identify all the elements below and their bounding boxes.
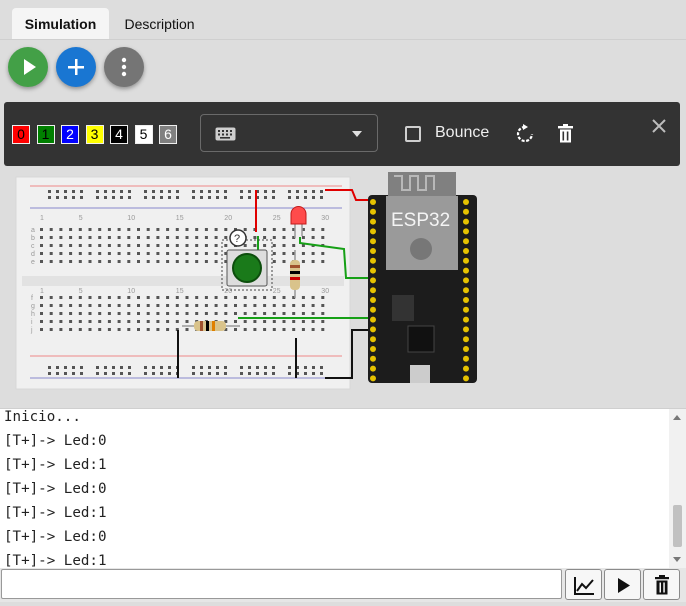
- console-line: Inicio...: [4, 409, 81, 425]
- serial-input-bar: [0, 568, 686, 602]
- console-line: [T+]-> Led:1: [4, 505, 107, 521]
- breadboard-row-letter: f: [31, 295, 33, 302]
- plus-icon: [68, 59, 84, 75]
- play-icon: [24, 59, 36, 75]
- breadboard-row-letter: j: [30, 327, 33, 334]
- breadboard-column-number: 15: [176, 215, 184, 222]
- tab-simulation[interactable]: Simulation: [12, 8, 109, 40]
- breadboard-column-number: 20: [224, 288, 232, 295]
- wire-color-0[interactable]: 0: [12, 125, 30, 144]
- chevron-down-icon: [352, 131, 362, 137]
- wire-color-4[interactable]: 4: [110, 125, 128, 144]
- scroll-down-icon[interactable]: [673, 557, 681, 562]
- esp32-label: ESP32: [391, 210, 450, 231]
- wire-color-2[interactable]: 2: [61, 125, 79, 144]
- console-line: [T+]-> Led:0: [4, 433, 107, 449]
- svg-text:?: ?: [234, 233, 240, 245]
- keyboard-icon: [215, 127, 236, 141]
- console-scrollbar[interactable]: [669, 409, 686, 569]
- clear-console-button[interactable]: [643, 569, 680, 600]
- more-options-button[interactable]: [104, 47, 144, 87]
- breadboard-column-number: 30: [321, 215, 329, 222]
- breadboard-column-number: 30: [321, 288, 329, 295]
- close-icon[interactable]: [651, 118, 667, 134]
- play-icon: [618, 578, 630, 593]
- breadboard-row-letter: a: [31, 227, 35, 234]
- add-part-button[interactable]: [56, 47, 96, 87]
- wire-color-1[interactable]: 1: [36, 125, 55, 144]
- breadboard-column-number: 1: [40, 215, 44, 222]
- esp32-board[interactable]: ESP32: [368, 172, 477, 383]
- rotate-icon[interactable]: [514, 123, 536, 145]
- breadboard-row-letter: c: [31, 243, 35, 250]
- serial-monitor[interactable]: Inicio... [T+]-> Led:0 [T+]-> Led:1 [T+]…: [0, 408, 686, 569]
- wire-color-5[interactable]: 5: [134, 125, 153, 144]
- breadboard-column-number: 25: [273, 215, 281, 222]
- trash-icon[interactable]: [556, 123, 576, 145]
- tab-description[interactable]: Description: [112, 8, 207, 40]
- bounce-checkbox[interactable]: [405, 126, 421, 142]
- breadboard-row-letter: h: [31, 311, 35, 318]
- plot-button[interactable]: [565, 569, 602, 600]
- wire-color-6[interactable]: 6: [159, 125, 177, 144]
- breadboard-row-letter: e: [31, 259, 35, 266]
- send-button[interactable]: [604, 569, 641, 600]
- breadboard-column-number: 5: [79, 215, 83, 222]
- breadboard-column-number: 20: [224, 215, 232, 222]
- breadboard-column-number: 15: [176, 288, 184, 295]
- serial-input[interactable]: [1, 569, 562, 599]
- breadboard-column-number: 10: [127, 215, 135, 222]
- chart-icon: [574, 577, 594, 595]
- serial-output: Inicio... [T+]-> Led:0 [T+]-> Led:1 [T+]…: [4, 409, 107, 569]
- wire-color-3[interactable]: 3: [85, 125, 104, 144]
- key-binding-select[interactable]: [200, 114, 378, 152]
- console-line: [T+]-> Led:1: [4, 553, 107, 569]
- more-vert-icon: [121, 57, 127, 77]
- console-line: [T+]-> Led:0: [4, 481, 107, 497]
- bounce-label: Bounce: [435, 124, 490, 141]
- scroll-thumb[interactable]: [673, 505, 682, 547]
- simulation-canvas[interactable]: 1 1 5 5 10 10 15 15 20 20 25 25 30 30 abcdefghij ?: [0, 170, 686, 408]
- trash-icon: [655, 575, 669, 595]
- start-simulation-button[interactable]: [8, 47, 48, 87]
- console-line: [T+]-> Led:0: [4, 529, 107, 545]
- scroll-up-icon[interactable]: [673, 415, 681, 420]
- breadboard-column-number: 5: [79, 288, 83, 295]
- breadboard-column-number: 10: [127, 288, 135, 295]
- console-line: [T+]-> Led:1: [4, 457, 107, 473]
- breadboard-row-letter: d: [31, 251, 35, 258]
- breadboard-column-number: 1: [40, 288, 44, 295]
- tab-divider: [0, 39, 686, 40]
- breadboard-row-letter: g: [31, 303, 35, 310]
- part-toolbar: 0123456 Bounce: [4, 102, 680, 166]
- breadboard-column-number: 25: [273, 288, 281, 295]
- tab-bar: Simulation Description: [0, 0, 686, 40]
- breadboard-row-letter: b: [31, 235, 35, 242]
